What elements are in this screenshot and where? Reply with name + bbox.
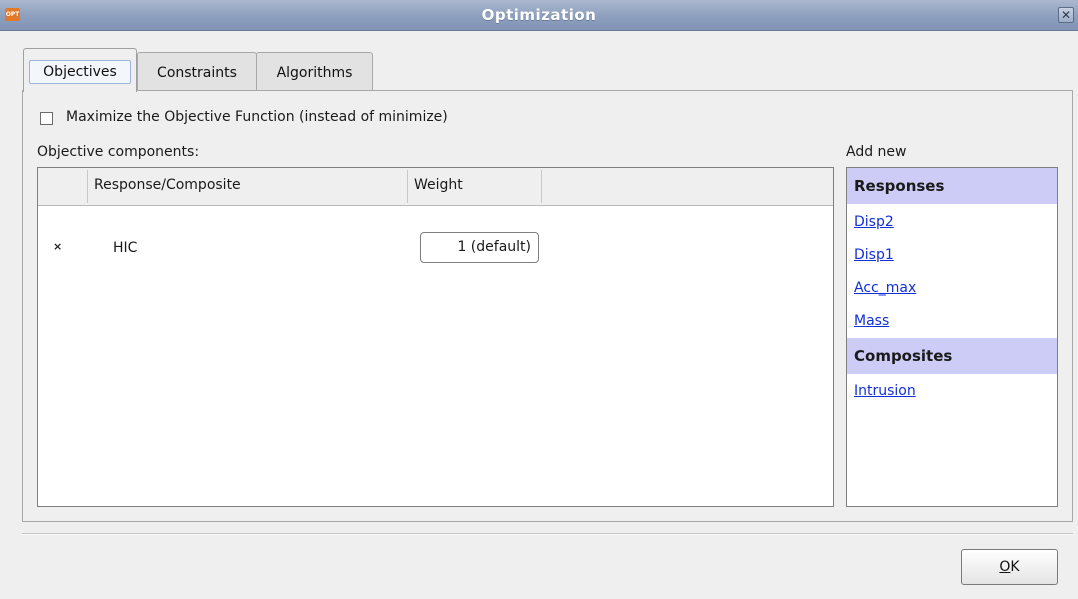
remove-icon[interactable]: × <box>53 240 62 253</box>
response-link-disp2[interactable]: Disp2 <box>854 214 894 230</box>
tab-objectives[interactable]: Objectives <box>23 48 137 92</box>
add-new-label: Add new <box>846 144 907 160</box>
footer-separator-highlight <box>22 534 1073 535</box>
close-icon[interactable]: ✕ <box>1058 7 1074 23</box>
ok-button[interactable]: OK <box>961 549 1058 585</box>
tab-constraints[interactable]: Constraints <box>137 52 257 90</box>
ok-label-rest: K <box>1010 559 1020 575</box>
response-link-disp1[interactable]: Disp1 <box>854 247 894 263</box>
composites-header: Composites <box>847 338 1057 374</box>
responses-header: Responses <box>847 168 1057 204</box>
tab-algorithms[interactable]: Algorithms <box>256 52 373 90</box>
column-separator <box>407 170 408 203</box>
column-header-response[interactable]: Response/Composite <box>94 177 241 193</box>
ok-mnemonic: O <box>999 559 1011 575</box>
column-separator <box>541 170 542 203</box>
column-separator <box>87 170 88 203</box>
tab-algorithms-label: Algorithms <box>276 65 353 81</box>
maximize-label[interactable]: Maximize the Objective Function (instead… <box>66 109 448 125</box>
composite-link-intrusion[interactable]: Intrusion <box>854 383 916 399</box>
title-bar: OPT Optimization ✕ <box>0 0 1078 31</box>
table-header: Response/Composite Weight <box>38 168 833 206</box>
response-link-acc-max[interactable]: Acc_max <box>854 280 916 296</box>
add-new-list: Responses Disp2 Disp1 Acc_max Mass Compo… <box>846 167 1058 507</box>
response-link-mass[interactable]: Mass <box>854 313 889 329</box>
row-response-name: HIC <box>113 240 138 256</box>
window-title: Optimization <box>481 6 597 24</box>
weight-input[interactable]: 1 (default) <box>420 232 539 263</box>
maximize-checkbox[interactable] <box>40 112 53 125</box>
column-header-weight[interactable]: Weight <box>414 177 463 193</box>
tab-objectives-label: Objectives <box>29 60 131 84</box>
tab-constraints-label: Constraints <box>157 65 237 81</box>
objective-components-table: Response/Composite Weight × HIC 1 (defau… <box>37 167 834 507</box>
objective-components-label: Objective components: <box>37 144 200 160</box>
